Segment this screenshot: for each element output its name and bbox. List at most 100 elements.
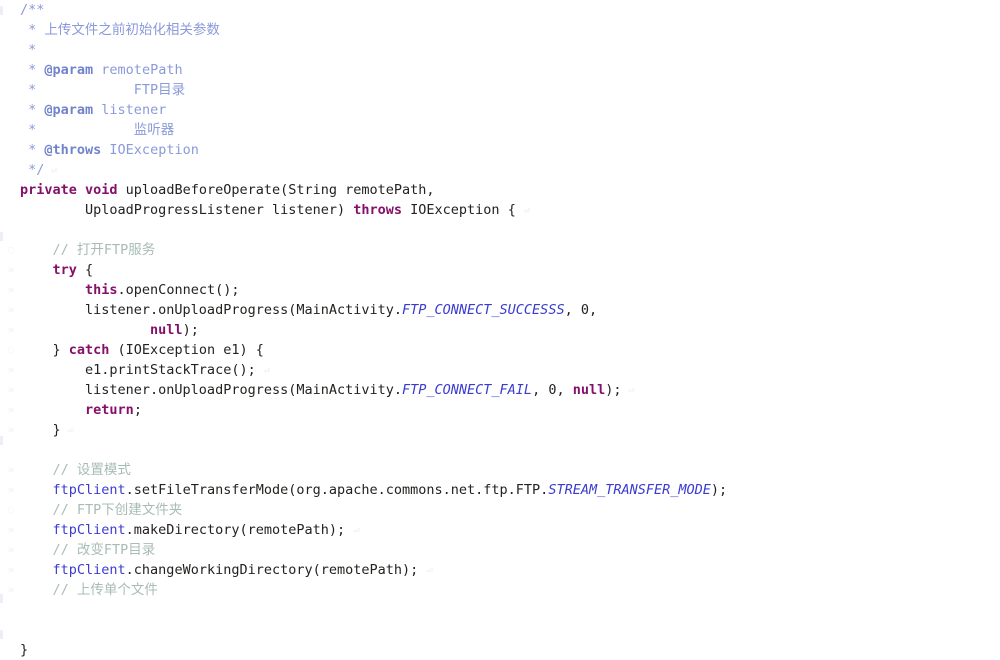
code-line[interactable]: ◌ // FTP下创建文件夹 [0,500,1000,520]
code-editor-surface[interactable]: /** * 上传文件之前初始化相关参数 * * @param remotePat… [0,0,1000,658]
code-token-field: ftpClient [52,522,126,538]
gutter-ghost-mark: » [7,483,15,496]
code-token-plain: .openConnect(); [117,282,240,298]
code-line[interactable]: » listener.onUploadProgress(MainActivity… [0,380,1000,400]
code-line[interactable] [0,220,1000,240]
gutter-ghost-mark: ◌ [7,343,15,356]
code-line[interactable]: » return; [0,400,1000,420]
code-token-jdoc: /** [20,2,45,18]
code-token-keyword: private void [20,182,118,198]
code-token-plain: .makeDirectory(remotePath); [125,522,354,538]
code-token-jdoc: * 监听器 [20,122,175,138]
code-line[interactable]: » // 设置模式 [0,460,1000,480]
code-line[interactable]: » // 改变FTP目录 [0,540,1000,560]
gutter-ghost-mark: » [7,303,15,316]
code-line[interactable]: UploadProgressListener listener) throws … [0,200,1000,220]
code-token-plain: ); [710,482,728,498]
code-line[interactable] [0,440,1000,460]
code-token-jdoc: */ [20,162,45,178]
code-line[interactable]: » ftpClient.makeDirectory(remotePath); ⏎ [0,520,1000,540]
code-token-field: ftpClient [52,482,126,498]
gutter-ghost-mark: » [7,523,15,536]
code-token-plain: .changeWorkingDirectory(remotePath); [125,562,427,578]
code-token-ghost: ⏎ [60,424,74,437]
code-token-jdoc: * [20,62,45,78]
code-token-jdoc-tag: @param [44,62,94,78]
code-token-static: STREAM_TRANSFER_MODE [548,482,711,498]
code-token-keyword: return [85,402,134,418]
code-token-plain: UploadProgressListener listener) [20,202,354,218]
code-token-ghost: ⏎ [44,164,58,177]
code-line[interactable]: * [0,40,1000,60]
code-token-static: FTP_CONNECT_SUCCESSS [402,302,565,318]
code-token-comment: // 设置模式 [20,462,131,478]
gutter-ghost-mark: ◌ [7,503,15,516]
code-token-field: ftpClient [52,562,126,578]
code-token-ghost: ⏎ [426,564,434,577]
code-token-comment: // 改变FTP目录 [20,542,156,558]
code-line[interactable]: » ftpClient.setFileTransferMode(org.apac… [0,480,1000,500]
code-line[interactable]: * @param listener [0,100,1000,120]
code-token-plain: { [76,262,94,278]
code-line[interactable]: » try { [0,260,1000,280]
code-line[interactable]: /** [0,0,1000,20]
code-token-jdoc: * [20,142,45,158]
gutter-ghost-mark: » [7,383,15,396]
code-token-plain: , 0, [564,302,598,318]
code-token-plain: listener.onUploadProgress(MainActivity. [20,382,403,398]
code-line[interactable] [0,620,1000,640]
code-line[interactable]: */ ⏎ [0,160,1000,180]
gutter-ghost-mark: » [7,363,15,376]
code-line[interactable]: * @throws IOException [0,140,1000,160]
code-token-static: FTP_CONNECT_FAIL [402,382,533,398]
gutter-ghost-mark: » [7,263,15,276]
code-token-plain: listener.onUploadProgress(MainActivity. [20,302,403,318]
code-token-plain: (IOException e1) { [109,342,264,358]
code-line[interactable]: » this.openConnect(); [0,280,1000,300]
code-token-comment: // FTP下创建文件夹 [20,502,183,518]
code-token-comment: // 打开FTP服务 [20,242,156,258]
code-token-plain: } [20,342,69,358]
code-token-keyword: null [572,382,606,398]
code-token-keyword: try [52,262,77,278]
code-token-plain: IOException { [402,202,524,218]
code-line[interactable] [0,600,1000,620]
code-token-jdoc: listener [93,102,167,118]
code-line[interactable]: » listener.onUploadProgress(MainActivity… [0,300,1000,320]
code-text-area[interactable]: /** * 上传文件之前初始化相关参数 * * @param remotePat… [0,0,1000,660]
code-token-ghost: ⏎ [263,364,271,377]
code-token-comment: // 上传单个文件 [20,582,158,598]
code-token-jdoc: IOException [101,142,199,158]
code-token-plain: .setFileTransferMode(org.apache.commons.… [125,482,549,498]
code-token-plain: } [20,642,29,658]
code-line[interactable]: » null); [0,320,1000,340]
code-token-plain: } [20,422,61,438]
code-line[interactable]: » ftpClient.changeWorkingDirectory(remot… [0,560,1000,580]
code-line[interactable]: * @param remotePath [0,60,1000,80]
code-token-ghost: ⏎ [353,524,360,537]
code-line[interactable]: * FTP目录 [0,80,1000,100]
code-token-jdoc: remotePath [93,62,183,78]
gutter-ghost-mark: » [7,543,15,556]
code-line[interactable]: » e1.printStackTrace(); ⏎ [0,360,1000,380]
code-line[interactable]: private void uploadBeforeOperate(String … [0,180,1000,200]
code-token-plain: ); [182,322,199,338]
gutter-ghost-mark: » [7,283,15,296]
code-line[interactable]: ◌ // 打开FTP服务 [0,240,1000,260]
code-line[interactable]: * 上传文件之前初始化相关参数 [0,20,1000,40]
code-line[interactable]: } [0,640,1000,660]
code-line[interactable]: » // 上传单个文件 [0,580,1000,600]
code-token-plain: ; [133,402,142,418]
code-line[interactable]: » } ⏎ [0,420,1000,440]
code-token-keyword: null [150,322,183,338]
code-line[interactable]: ◌ } catch (IOException e1) { [0,340,1000,360]
code-line[interactable]: * 监听器 [0,120,1000,140]
gutter-ghost-mark: ◌ [7,243,15,256]
